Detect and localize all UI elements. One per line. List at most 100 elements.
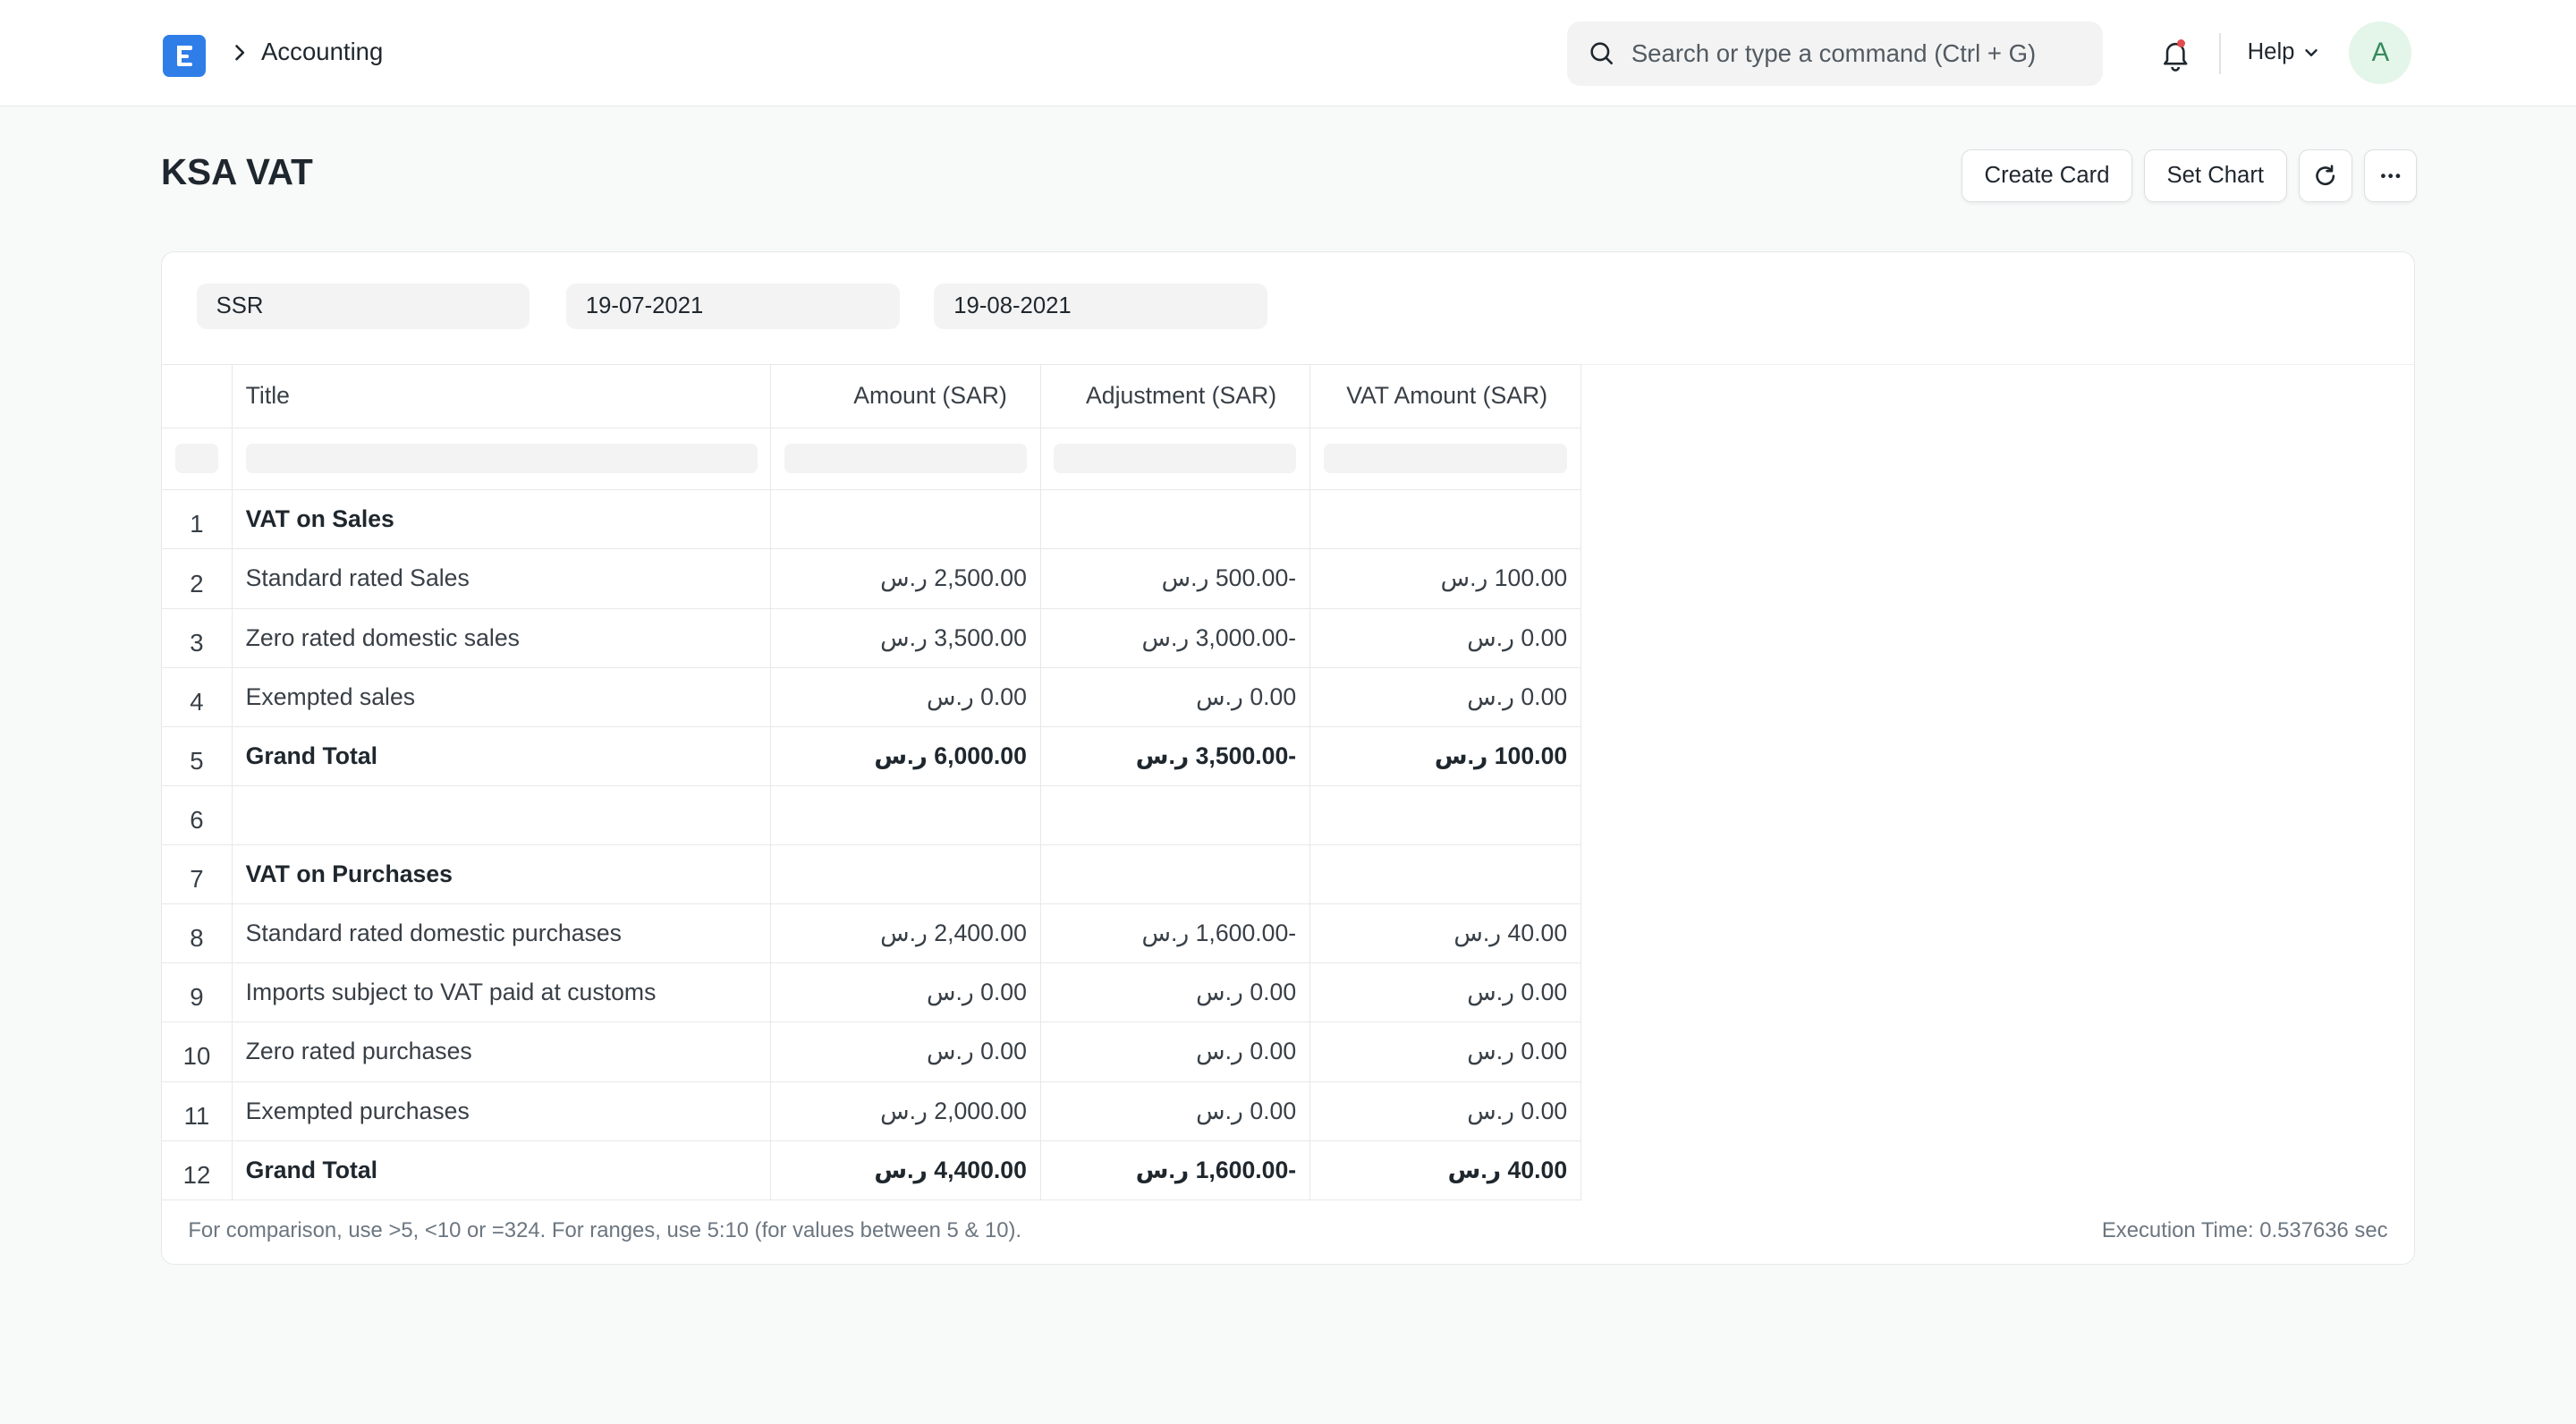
cell-vat-amount[interactable]: 100.00 ر.س [1309,726,1581,786]
cell-adjustment[interactable]: 0.00 ر.س [1040,1022,1310,1082]
cell-amount[interactable]: 4,400.00 ر.س [771,1140,1041,1200]
cell-title[interactable]: VAT on Sales [232,490,772,550]
table-row[interactable]: 10 Zero rated purchases 0.00 ر.س 0.00 ر.س 0.… [161,1022,1581,1082]
cell-title[interactable]: Grand Total [232,1140,772,1200]
more-options-button[interactable] [2364,149,2417,202]
table-row[interactable]: 4 Exempted sales 0.00 ر.س 0.00 ر.س 0.00 ر.س [161,667,1581,727]
cell-vat-amount[interactable]: 0.00 ر.س [1309,1022,1581,1082]
cell-adjustment[interactable]: 0.00 ر.س [1040,963,1310,1023]
table-row[interactable]: 9 Imports subject to VAT paid at customs 0… [161,963,1581,1023]
column-header-adjustment[interactable]: Adjustment (SAR) [1040,364,1310,428]
cell-title[interactable]: Exempted sales [232,667,772,727]
cell-title[interactable]: Standard rated Sales [232,549,772,609]
cell-amount[interactable]: 2,000.00 ر.س [771,1081,1041,1141]
cell-title[interactable]: Grand Total [232,726,772,786]
table-row[interactable]: 3 Zero rated domestic sales 3,500.00 ر.س -3… [161,608,1581,668]
row-number[interactable]: 8 [161,904,233,964]
search-input[interactable]: Search or type a command (Ctrl + G) [1567,21,2103,86]
row-number[interactable]: 4 [161,667,233,727]
row-number[interactable]: 7 [161,845,233,905]
cell-adjustment[interactable] [1040,845,1310,905]
row-number[interactable]: 1 [161,490,233,550]
cell-amount[interactable] [771,490,1041,550]
row-number-filter-box [175,444,218,474]
table-row[interactable]: 12 Grand Total 4,400.00 ر.س -1,600.00 ر.س 40… [161,1140,1581,1200]
set-chart-button[interactable]: Set Chart [2143,149,2287,202]
notification-dot [2176,39,2185,48]
row-number[interactable]: 11 [161,1081,233,1141]
cell-adjustment[interactable] [1040,490,1310,550]
cell-amount[interactable]: 2,500.00 ر.س [771,549,1041,609]
to-date-filter[interactable]: 19-08-2021 [934,283,1268,330]
help-dropdown[interactable]: Help [2248,39,2321,65]
cell-title[interactable]: VAT on Purchases [232,845,772,905]
column-header-title[interactable]: Title [232,364,772,428]
cell-vat-amount[interactable] [1309,785,1581,846]
cell-adjustment[interactable]: -500.00 ر.س [1040,549,1310,609]
adjustment-filter-input[interactable] [1054,444,1297,474]
table-row[interactable]: 6 [161,785,1581,846]
user-avatar[interactable]: A [2349,21,2412,84]
table-header: Title Amount (SAR) Adjustment (SAR) VAT … [161,363,1581,428]
table-row[interactable]: 2 Standard rated Sales 2,500.00 ر.س -500.00… [161,549,1581,609]
cell-adjustment[interactable]: -3,000.00 ر.س [1040,608,1310,668]
cell-amount[interactable]: 3,500.00 ر.س [771,608,1041,668]
search-icon [1590,42,1614,64]
cell-adjustment[interactable]: -3,500.00 ر.س [1040,726,1310,786]
cell-title[interactable]: Exempted purchases [232,1081,772,1141]
cell-vat-amount[interactable] [1309,845,1581,905]
vat-filter-input[interactable] [1323,444,1568,474]
cell-amount[interactable] [771,785,1041,846]
cell-amount[interactable]: 0.00 ر.س [771,963,1041,1023]
cell-vat-amount[interactable]: 40.00 ر.س [1309,1140,1581,1200]
cell-vat-amount[interactable]: 100.00 ر.س [1309,549,1581,609]
cell-vat-amount[interactable]: 0.00 ر.س [1309,608,1581,668]
filter-help-note: For comparison, use >5, <10 or =324. For… [188,1217,1022,1242]
refresh-button[interactable] [2298,149,2353,202]
cell-vat-amount[interactable]: 0.00 ر.س [1309,963,1581,1023]
amount-filter-input[interactable] [784,444,1027,474]
title-filter-input[interactable] [245,444,758,474]
table-row[interactable]: 11 Exempted purchases 2,000.00 ر.س 0.00 ر.س… [161,1081,1581,1141]
row-number[interactable]: 12 [161,1140,233,1200]
from-date-filter[interactable]: 19-07-2021 [565,283,900,330]
more-horizontal-icon [2380,174,2401,178]
cell-amount[interactable] [771,845,1041,905]
title-filter-cell [232,428,772,491]
column-header-amount[interactable]: Amount (SAR) [771,364,1041,428]
cell-vat-amount[interactable] [1309,490,1581,550]
cell-title[interactable]: Standard rated domestic purchases [232,904,772,964]
cell-adjustment[interactable]: 0.00 ر.س [1040,667,1310,727]
column-header-vat-amount[interactable]: VAT Amount (SAR) [1309,364,1581,428]
cell-title[interactable]: Zero rated purchases [232,1022,772,1082]
row-number[interactable]: 5 [161,726,233,786]
row-number[interactable]: 2 [161,549,233,609]
row-number[interactable]: 3 [161,608,233,668]
cell-adjustment[interactable]: -1,600.00 ر.س [1040,904,1310,964]
cell-amount[interactable]: 6,000.00 ر.س [771,726,1041,786]
table-row[interactable]: 8 Standard rated domestic purchases 2,400.… [161,904,1581,964]
cell-vat-amount[interactable]: 0.00 ر.س [1309,1081,1581,1141]
cell-title[interactable]: Imports subject to VAT paid at customs [232,963,772,1023]
cell-title[interactable] [232,785,772,846]
row-number[interactable]: 10 [161,1022,233,1082]
cell-vat-amount[interactable]: 0.00 ر.س [1309,667,1581,727]
table-row[interactable]: 5 Grand Total 6,000.00 ر.س -3,500.00 ر.س 100… [161,726,1581,786]
cell-title[interactable]: Zero rated domestic sales [232,608,772,668]
table-row[interactable]: 7 VAT on Purchases [161,845,1581,905]
app-logo[interactable] [162,34,206,78]
cell-amount[interactable]: 0.00 ر.س [771,1022,1041,1082]
company-filter[interactable]: SSR [196,283,530,330]
cell-adjustment[interactable] [1040,785,1310,846]
cell-adjustment[interactable]: 0.00 ر.س [1040,1081,1310,1141]
cell-vat-amount[interactable]: 40.00 ر.س [1309,904,1581,964]
table-row[interactable]: 1 VAT on Sales [161,490,1581,550]
notification-bell-icon[interactable] [2157,36,2193,72]
row-number[interactable]: 9 [161,963,233,1023]
cell-adjustment[interactable]: -1,600.00 ر.س [1040,1140,1310,1200]
cell-amount[interactable]: 0.00 ر.س [771,667,1041,727]
breadcrumb-accounting[interactable]: Accounting [261,38,383,66]
cell-amount[interactable]: 2,400.00 ر.س [771,904,1041,964]
create-card-button[interactable]: Create Card [1962,149,2133,202]
row-number[interactable]: 6 [161,785,233,846]
